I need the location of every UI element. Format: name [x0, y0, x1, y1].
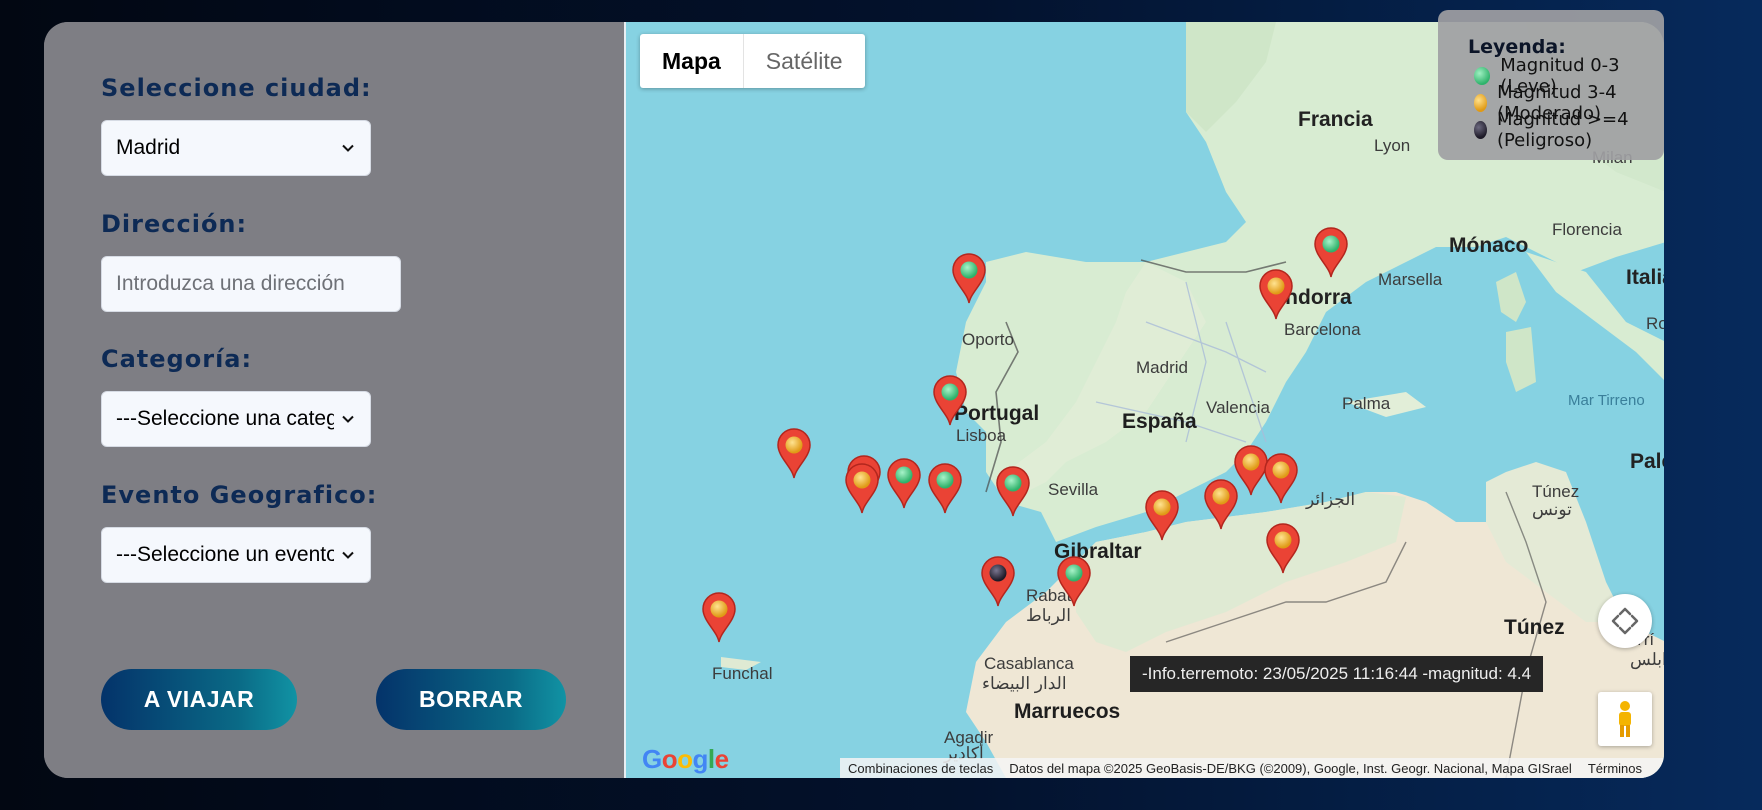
earthquake-marker-leve[interactable] — [926, 462, 964, 514]
place-label: Lyon — [1374, 136, 1411, 155]
earthquake-marker-leve[interactable] — [994, 465, 1032, 517]
earthquake-marker-moderado[interactable] — [700, 591, 738, 643]
map-attribution: Combinaciones de teclas Datos del mapa ©… — [840, 758, 1664, 778]
clear-button[interactable]: BORRAR — [376, 669, 566, 730]
place-label: Florencia — [1552, 220, 1622, 239]
earthquake-marker-leve[interactable] — [1312, 226, 1350, 278]
chevron-down-icon — [342, 144, 354, 152]
city-select-value: Madrid — [116, 136, 181, 159]
earthquake-marker-moderado[interactable] — [843, 462, 881, 514]
earthquake-marker-moderado[interactable] — [1143, 489, 1181, 541]
place-label: Marruecos — [1014, 700, 1121, 723]
travel-button[interactable]: A VIAJAR — [101, 669, 297, 730]
place-label: España — [1122, 410, 1197, 433]
map-type-satellite-button[interactable]: Satélite — [744, 34, 865, 88]
city-select[interactable]: Madrid — [101, 120, 371, 176]
place-label: تونس — [1532, 500, 1572, 519]
event-select[interactable]: ---Seleccione un evento--- — [101, 527, 371, 583]
place-label: Túnez — [1532, 482, 1580, 501]
camera-control-button[interactable] — [1598, 594, 1652, 648]
legend-dot-peligroso — [1474, 120, 1487, 139]
earthquake-marker-leve[interactable] — [931, 374, 969, 426]
keyboard-shortcuts-link[interactable]: Combinaciones de teclas — [840, 761, 1001, 776]
earthquake-marker-leve[interactable] — [950, 252, 988, 304]
place-label: Funchal — [712, 664, 773, 683]
earthquake-marker-moderado[interactable] — [1262, 452, 1300, 504]
legend-dot-leve — [1474, 66, 1491, 85]
legend-panel: Leyenda: Magnitud 0-3 (Leve) Magnitud 3-… — [1438, 10, 1664, 160]
marker-tooltip: -Info.terremoto: 23/05/2025 11:16:44 -ma… — [1130, 656, 1544, 692]
chevron-down-icon — [342, 551, 354, 559]
place-label: Madrid — [1136, 358, 1188, 377]
place-label: Valencia — [1206, 398, 1270, 417]
earthquake-marker-leve[interactable] — [885, 457, 923, 509]
place-label: Sevilla — [1048, 480, 1099, 499]
earthquake-marker-moderado[interactable] — [1257, 268, 1295, 320]
place-label: Lisboa — [956, 426, 1007, 445]
map-data-text: Datos del mapa ©2025 GeoBasis-DE/BKG (©2… — [1009, 760, 1572, 776]
legend-item: Magnitud >=4 (Peligroso) — [1468, 109, 1664, 151]
pegman-icon — [1619, 701, 1631, 737]
earthquake-marker-leve[interactable] — [1055, 555, 1093, 607]
map-type-control: Mapa Satélite — [640, 34, 865, 88]
category-select-value: ---Seleccione una categoría--- — [116, 407, 334, 430]
place-label: الدار البيضاء — [982, 674, 1067, 693]
street-view-pegman-button[interactable] — [1598, 692, 1652, 746]
place-label: الرباط — [1026, 606, 1071, 625]
map-type-map-button[interactable]: Mapa — [640, 34, 744, 88]
place-label: Francia — [1298, 108, 1373, 131]
place-label: Mónaco — [1449, 234, 1529, 257]
city-label: Seleccione ciudad: — [101, 74, 372, 102]
terms-link[interactable]: Términos — [1580, 761, 1650, 776]
place-label: Marsella — [1378, 270, 1443, 289]
category-label: Categoría: — [101, 345, 253, 373]
chevron-down-icon — [342, 415, 354, 423]
place-label: Oporto — [962, 330, 1014, 349]
place-label: Mar Tirreno — [1568, 392, 1645, 409]
place-label: Palma — [1342, 394, 1391, 413]
place-label: Barcelona — [1284, 320, 1361, 339]
earthquake-marker-moderado[interactable] — [1202, 478, 1240, 530]
event-select-value: ---Seleccione un evento--- — [116, 543, 334, 566]
earthquake-marker-moderado[interactable] — [1264, 522, 1302, 574]
move-arrows-icon — [1611, 607, 1639, 635]
earthquake-marker-moderado[interactable] — [775, 427, 813, 479]
place-label: Ro — [1646, 314, 1664, 333]
search-panel: Seleccione ciudad: Madrid Dirección: Int… — [44, 22, 624, 778]
place-label: Túnez — [1504, 616, 1565, 639]
place-label: Casablanca — [984, 654, 1074, 673]
place-label: طرابلس — [1630, 650, 1664, 669]
address-input[interactable]: Introduzca una dirección — [101, 256, 401, 312]
place-label: Italia — [1626, 266, 1664, 289]
category-select[interactable]: ---Seleccione una categoría--- — [101, 391, 371, 447]
google-logo: Google — [642, 744, 729, 774]
legend-dot-moderado — [1474, 93, 1488, 112]
address-label: Dirección: — [101, 210, 248, 238]
main-card: Seleccione ciudad: Madrid Dirección: Int… — [44, 22, 1664, 778]
legend-item-label: Magnitud >=4 (Peligroso) — [1496, 108, 1629, 151]
earthquake-marker-peligroso[interactable] — [979, 555, 1017, 607]
place-label: الجزائر — [1306, 490, 1356, 509]
place-label: Pale — [1630, 450, 1664, 473]
event-label: Evento Geografico: — [101, 481, 378, 509]
